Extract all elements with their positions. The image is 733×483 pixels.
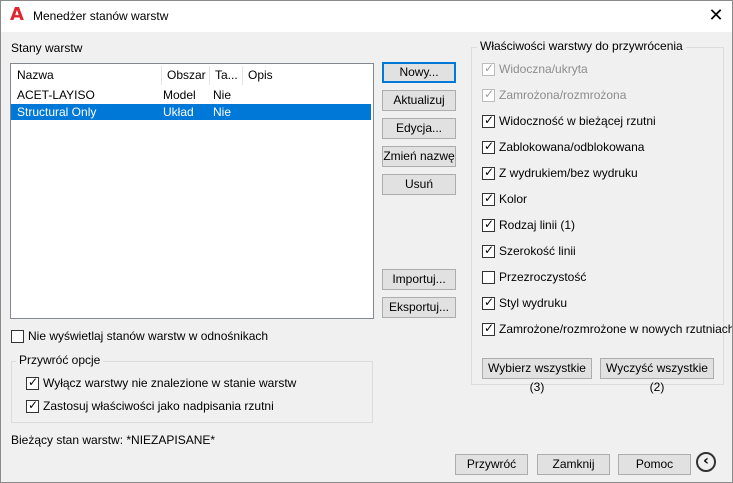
lineweight-checkbox[interactable]: ✓ — [482, 243, 495, 258]
plot-style-label: Styl wydruku — [499, 296, 568, 310]
new-viewport-frozen-checkbox[interactable]: ✓ — [482, 321, 495, 336]
column-header-name[interactable]: Nazwa — [11, 64, 161, 86]
visibility-current-viewport-label: Widoczność w bieżącej rzutni — [499, 114, 656, 128]
new-viewport-frozen-label: Zamrożone/rozmrożone w nowych rzutniach — [499, 322, 733, 336]
plot-noplot-label: Z wydrukiem/bez wydruku — [499, 166, 638, 180]
locked-unlocked-checkbox[interactable]: ✓ — [482, 139, 495, 154]
locked-unlocked-label: Zablokowana/odblokowana — [499, 140, 645, 154]
transparency-label: Przezroczystość — [499, 270, 587, 284]
hide-xref-states-checkbox[interactable] — [11, 330, 24, 343]
current-layer-state: Bieżący stan warstw: *NIEZAPISANE* — [11, 433, 216, 447]
frozen-thawed-checkbox: ✓ — [482, 87, 495, 102]
title-bar: A Menedżer stanów warstw ✕ — [1, 1, 732, 32]
turn-off-missing-layers-label: Wyłącz warstwy nie znalezione w stanie w… — [43, 376, 297, 390]
visibility-current-viewport-checkbox[interactable]: ✓ — [482, 113, 495, 128]
plot-noplot-checkbox[interactable]: ✓ — [482, 165, 495, 180]
import-button[interactable]: Importuj... — [382, 269, 456, 290]
linetype-label: Rodzaj linii (1) — [499, 218, 576, 232]
close-icon[interactable]: ✕ — [701, 4, 731, 28]
layer-states-dialog: A Menedżer stanów warstw ✕ Stany warstw … — [0, 0, 733, 483]
new-button[interactable]: Nowy... — [382, 62, 456, 83]
turn-off-missing-layers-checkbox[interactable]: ✓ — [26, 375, 39, 390]
column-header-space[interactable]: Obszar — [161, 64, 209, 86]
color-checkbox[interactable]: ✓ — [482, 191, 495, 206]
linetype-checkbox[interactable]: ✓ — [482, 217, 495, 232]
collapse-arrow-icon[interactable]: ‹ — [696, 452, 716, 472]
frozen-thawed-label: Zamrożona/rozmrożona — [499, 88, 627, 102]
layer-states-list[interactable]: Nazwa Obszar Ta... Opis ACET-LAYISO Mode… — [10, 63, 374, 319]
plot-style-checkbox[interactable]: ✓ — [482, 295, 495, 310]
select-all-button[interactable]: Wybierz wszystkie (3) — [482, 358, 592, 394]
lineweight-label: Szerokość linii — [499, 244, 576, 258]
apply-as-viewport-overrides-checkbox[interactable]: ✓ — [26, 398, 39, 413]
close-button[interactable]: Zamknij — [537, 454, 610, 475]
help-button[interactable]: Pomoc — [618, 454, 691, 475]
column-header-description[interactable]: Opis — [242, 64, 302, 86]
window-title: Menedżer stanów warstw — [33, 9, 169, 23]
on-off-checkbox: ✓ — [482, 61, 495, 76]
restore-button[interactable]: Przywróć — [455, 454, 528, 475]
properties-title: Właściwości warstwy do przywrócenia — [477, 39, 686, 53]
on-off-label: Widoczna/ukryta — [499, 62, 588, 76]
restore-options-title: Przywróć opcje — [16, 353, 104, 367]
update-button[interactable]: Aktualizuj — [382, 90, 456, 111]
restore-options-group — [11, 361, 373, 423]
list-item-selected[interactable]: Structural Only Układ Nie — [11, 104, 371, 120]
rename-button[interactable]: Zmień nazwę — [382, 146, 456, 167]
color-label: Kolor — [499, 192, 528, 206]
column-header-ta[interactable]: Ta... — [209, 64, 242, 86]
edit-button[interactable]: Edycja... — [382, 118, 456, 139]
autocad-logo-icon: A — [10, 4, 24, 25]
transparency-checkbox[interactable] — [482, 271, 495, 284]
delete-button[interactable]: Usuń — [382, 174, 456, 195]
list-item[interactable]: ACET-LAYISO Model Nie — [11, 87, 371, 103]
hide-xref-states-label: Nie wyświetlaj stanów warstw w odnośnika… — [28, 329, 269, 343]
states-label: Stany warstw — [11, 41, 83, 55]
clear-all-button[interactable]: Wyczyść wszystkie (2) — [600, 358, 714, 394]
apply-as-viewport-overrides-label: Zastosuj właściwości jako nadpisania rzu… — [43, 399, 274, 413]
export-button[interactable]: Eksportuj... — [382, 297, 456, 318]
